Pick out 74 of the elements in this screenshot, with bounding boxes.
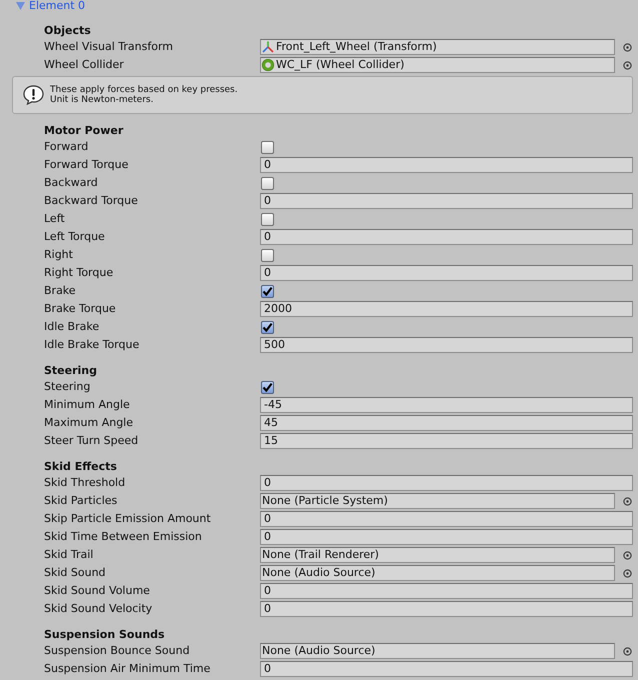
field-label: Skid Sound Velocity — [44, 602, 152, 615]
object-field[interactable]: None (Trail Renderer) — [260, 547, 615, 563]
field-label: Skid Sound — [44, 566, 106, 579]
help-message: These apply forces based on key presses. Unit is Newton-meters. — [50, 84, 238, 106]
number-field[interactable]: 500 — [260, 337, 633, 353]
field-label: Idle Brake Torque — [44, 338, 140, 351]
field-label: Suspension Bounce Sound — [44, 644, 190, 657]
number-field[interactable]: 45 — [260, 415, 633, 431]
field-label: Right Torque — [44, 266, 114, 279]
exclamation-bubble-icon — [23, 85, 44, 105]
field-label: Idle Brake — [44, 320, 100, 333]
dot-circle-icon[interactable] — [623, 568, 632, 578]
field-label: Right — [44, 248, 73, 261]
object-field[interactable]: None (Audio Source) — [260, 643, 615, 659]
number-field[interactable]: 0 — [260, 193, 633, 209]
field-label: Skid Time Between Emission — [44, 530, 202, 543]
check-icon — [262, 382, 273, 392]
object-field[interactable]: WC_LF (Wheel Collider) — [260, 57, 615, 73]
field-label: Maximum Angle — [44, 416, 133, 429]
checkbox[interactable] — [261, 320, 274, 334]
field-label: Wheel Visual Transform — [44, 40, 173, 53]
dot-circle-icon[interactable] — [623, 496, 632, 506]
number-field[interactable]: 0 — [260, 529, 633, 545]
check-icon — [262, 322, 273, 332]
checkbox[interactable] — [261, 176, 274, 190]
field-label: Steering — [44, 380, 90, 393]
field-label: Suspension Air Minimum Time — [44, 662, 210, 675]
section-title: Motor Power — [44, 123, 124, 138]
dot-circle-icon[interactable] — [623, 42, 632, 52]
number-field[interactable]: 0 — [260, 265, 633, 281]
field-label: Forward Torque — [44, 158, 128, 171]
checkbox[interactable] — [261, 284, 274, 298]
number-field[interactable]: 0 — [260, 661, 633, 677]
object-field[interactable]: None (Particle System) — [260, 493, 615, 509]
number-field[interactable]: -45 — [260, 397, 633, 413]
number-field[interactable]: 0 — [260, 475, 633, 491]
field-label: Forward — [44, 140, 88, 153]
section-title: Skid Effects — [44, 459, 117, 474]
number-field[interactable]: 0 — [260, 229, 633, 245]
field-label: Left — [44, 212, 65, 225]
ring-icon — [262, 59, 274, 71]
field-label: Left Torque — [44, 230, 105, 243]
field-label: Brake Torque — [44, 302, 116, 315]
field-label: Wheel Collider — [44, 58, 124, 71]
number-field[interactable]: 0 — [260, 583, 633, 599]
field-label: Skid Sound Volume — [44, 584, 150, 597]
dot-circle-icon[interactable] — [623, 646, 632, 656]
field-label: Skid Threshold — [44, 476, 126, 489]
number-field[interactable]: 2000 — [260, 301, 633, 317]
field-label: Brake — [44, 284, 76, 297]
number-field[interactable]: 0 — [260, 511, 633, 527]
field-label: Skid Trail — [44, 548, 94, 561]
field-label: Backward — [44, 176, 98, 189]
axes-icon — [262, 41, 274, 53]
checkbox[interactable] — [261, 248, 274, 262]
field-label: Skip Particle Emission Amount — [44, 512, 211, 525]
field-label: Minimum Angle — [44, 398, 130, 411]
field-label: Skid Particles — [44, 494, 118, 507]
dot-circle-icon[interactable] — [623, 550, 632, 560]
section-title: Objects — [44, 23, 91, 38]
section-title: Suspension Sounds — [44, 627, 165, 642]
check-icon — [262, 286, 273, 296]
number-field[interactable]: 0 — [260, 601, 633, 617]
checkbox[interactable] — [261, 212, 274, 226]
number-field[interactable]: 0 — [260, 157, 633, 173]
dot-circle-icon[interactable] — [623, 60, 632, 70]
section-title: Steering — [44, 363, 98, 378]
checkbox[interactable] — [261, 380, 274, 394]
field-label: Backward Torque — [44, 194, 138, 207]
checkbox[interactable] — [261, 140, 274, 154]
number-field[interactable]: 15 — [260, 433, 633, 449]
field-label: Steer Turn Speed — [44, 434, 138, 447]
object-field[interactable]: None (Audio Source) — [260, 565, 615, 581]
object-field[interactable]: Front_Left_Wheel (Transform) — [260, 39, 615, 55]
